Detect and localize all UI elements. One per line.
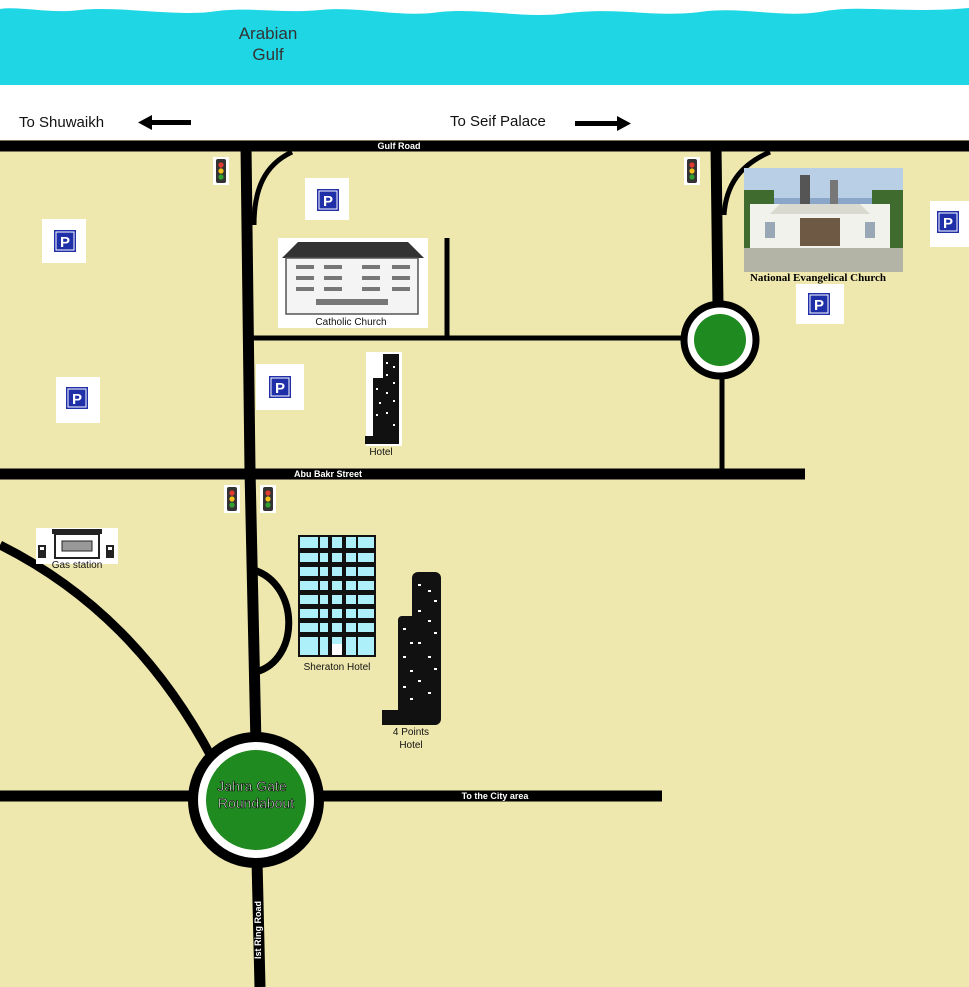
parking-icon: P: [42, 219, 86, 263]
svg-text:P: P: [943, 215, 953, 232]
parking-icon: P: [305, 178, 349, 220]
svg-text:P: P: [323, 193, 333, 210]
sheraton-hotel-label: Sheraton Hotel: [304, 662, 371, 673]
city-map: Arabian Gulf To Shuwaikh To Seif Palace: [0, 0, 969, 987]
svg-text:P: P: [814, 297, 824, 314]
hotel-label: Hotel: [369, 447, 392, 458]
four-points-label-line1: 4 Points: [393, 727, 429, 738]
arabian-gulf-sea: [0, 0, 969, 85]
four-points-label-line2: Hotel: [399, 740, 422, 751]
parking-icon: P: [256, 364, 304, 410]
jahra-gate-label-line1: Jahra Gate: [217, 778, 286, 794]
direction-seif-palace-label: To Seif Palace: [450, 113, 546, 130]
evangelical-church-photo: [744, 168, 903, 272]
parking-icon: P: [56, 377, 100, 423]
city-area-label: To the City area: [462, 791, 530, 801]
sheraton-hotel-building: [298, 535, 376, 657]
abu-bakr-street-label: Abu Bakr Street: [294, 469, 362, 479]
svg-text:P: P: [275, 380, 285, 397]
svg-text:P: P: [72, 391, 82, 408]
traffic-light-icon: [260, 485, 276, 513]
main-vertical-road: [240, 145, 256, 471]
traffic-light-icon: [684, 157, 700, 185]
catholic-church-building: [278, 238, 428, 328]
jahra-gate-label-line2: Roundabout: [218, 795, 294, 811]
gas-station-icon: [36, 528, 118, 564]
fuel-pump-icon: [38, 545, 46, 558]
parking-icon: P: [930, 201, 969, 247]
catholic-church-label: Catholic Church: [315, 317, 386, 328]
gulf-road-label: Gulf Road: [378, 141, 421, 151]
hotel-building: [365, 352, 402, 446]
traffic-light-icon: [224, 485, 240, 513]
right-vertical-road: [710, 145, 724, 307]
traffic-light-icon: [213, 157, 229, 185]
evangelical-church-label: National Evangelical Church: [750, 272, 886, 284]
gas-station-label: Gas station: [52, 560, 103, 571]
direction-shuwaikh-label: To Shuwaikh: [19, 114, 104, 131]
main-vertical-road-south: [244, 469, 262, 746]
ring-road-label: Ist Ring Road: [253, 901, 263, 959]
evangelical-roundabout: [680, 300, 760, 380]
sea-label-line1: Arabian: [239, 24, 298, 43]
fuel-pump-icon: [106, 545, 114, 558]
sea-label-line2: Gulf: [252, 45, 283, 64]
svg-text:P: P: [60, 234, 70, 251]
parking-icon: P: [796, 284, 844, 324]
